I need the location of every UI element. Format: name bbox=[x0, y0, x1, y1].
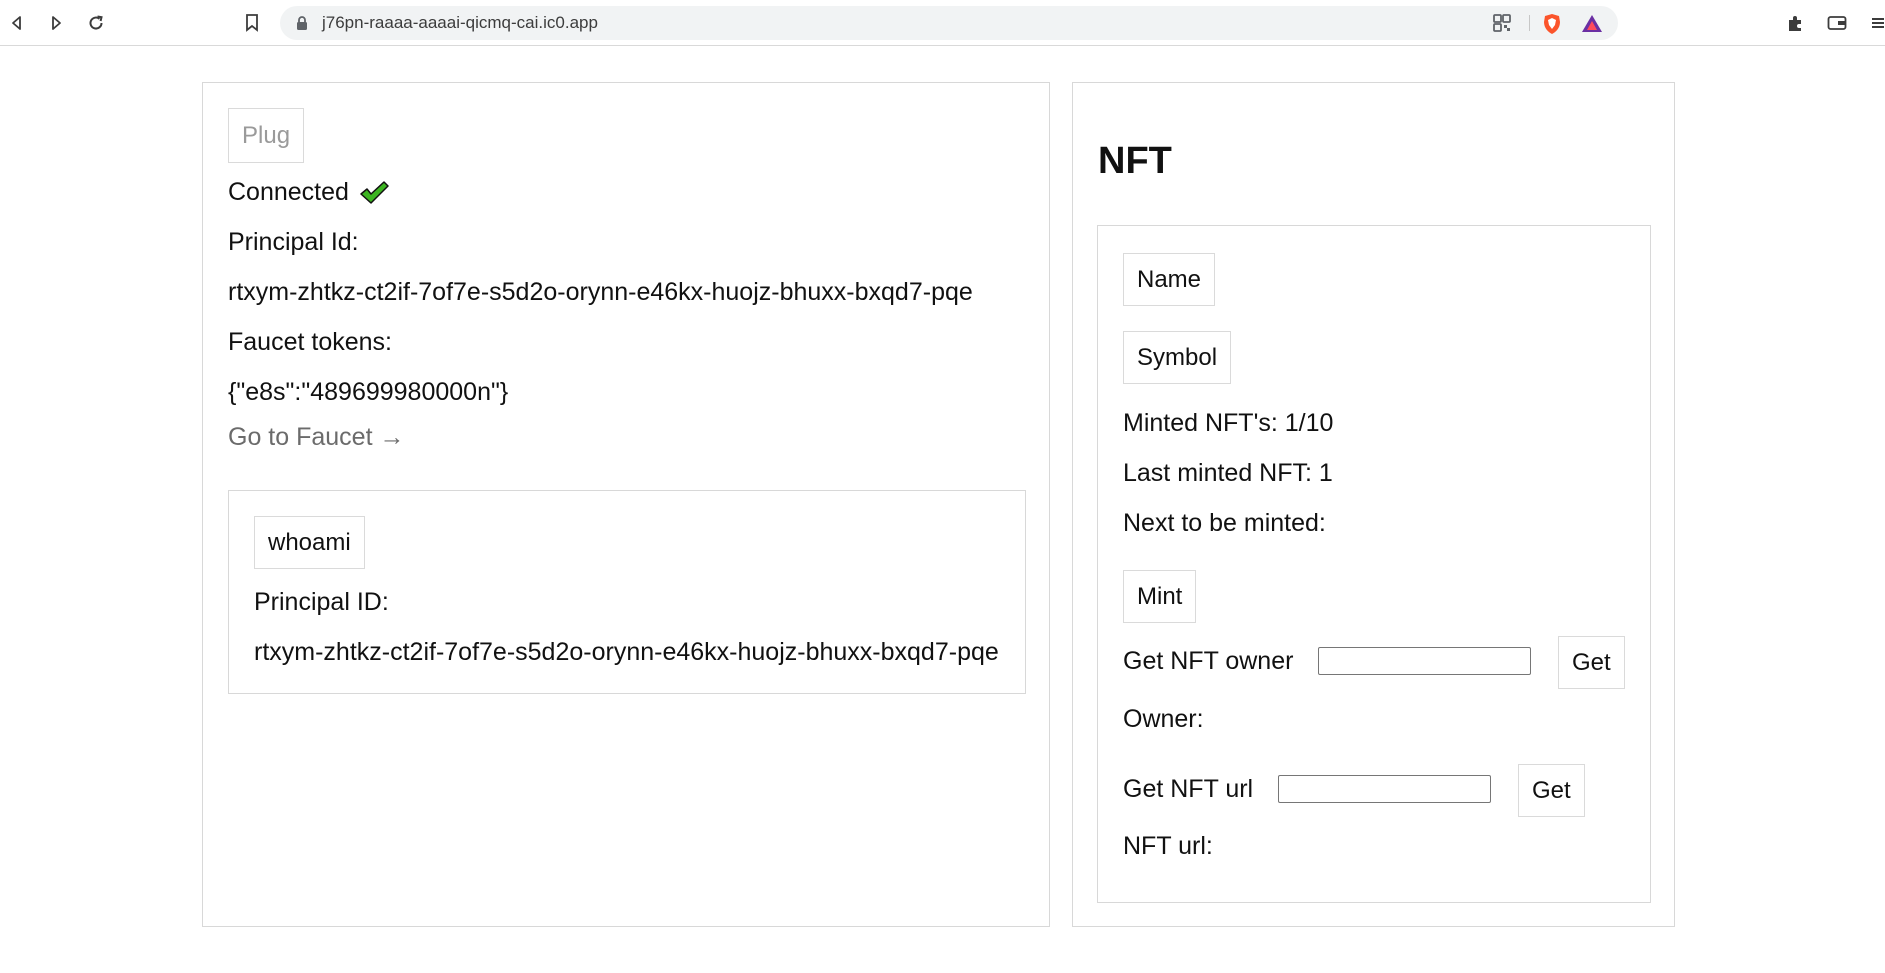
get-owner-button[interactable]: Get bbox=[1558, 636, 1625, 689]
owner-result-label: Owner: bbox=[1123, 705, 1204, 733]
whoami-section: whoami Principal ID: rtxym-zhtkz-ct2if-7… bbox=[228, 490, 1026, 694]
next-to-be-minted: Next to be minted: bbox=[1123, 509, 1326, 537]
get-url-label: Get NFT url bbox=[1123, 775, 1254, 803]
wallet-panel: Plug Connected Principal Id: rtxym-zhtkz… bbox=[202, 82, 1050, 927]
minted-count: Minted NFT's: 1/10 bbox=[1123, 409, 1334, 437]
check-icon bbox=[359, 180, 389, 206]
address-bar[interactable]: j76pn-raaaa-aaaai-qicmq-cai.ic0.app bbox=[280, 6, 1618, 40]
brave-shield-icon[interactable] bbox=[1541, 13, 1561, 34]
reload-icon[interactable] bbox=[84, 11, 108, 35]
forward-icon[interactable] bbox=[44, 11, 68, 35]
extensions-icon[interactable] bbox=[1784, 11, 1808, 35]
brave-rewards-icon[interactable] bbox=[1581, 13, 1602, 33]
nft-section: Name Symbol Minted NFT's: 1/10 Last mint… bbox=[1097, 225, 1651, 903]
url-token-input[interactable] bbox=[1278, 775, 1491, 803]
browser-toolbar: j76pn-raaaa-aaaai-qicmq-cai.ic0.app bbox=[0, 0, 1885, 46]
bookmark-icon[interactable] bbox=[240, 11, 264, 35]
get-url-button[interactable]: Get bbox=[1518, 764, 1585, 817]
faucet-tokens-label: Faucet tokens: bbox=[228, 328, 392, 356]
address-bar-separator bbox=[1529, 15, 1530, 31]
faucet-tokens-value: {"e8s":"489699980000n"} bbox=[228, 378, 509, 406]
get-owner-label: Get NFT owner bbox=[1123, 647, 1294, 675]
menu-icon[interactable] bbox=[1866, 11, 1885, 35]
principal-id-value: rtxym-zhtkz-ct2if-7of7e-s5d2o-orynn-e46k… bbox=[228, 278, 973, 306]
url-text[interactable]: j76pn-raaaa-aaaai-qicmq-cai.ic0.app bbox=[322, 6, 598, 40]
back-icon[interactable] bbox=[5, 11, 29, 35]
nft-panel: NFT Name Symbol Minted NFT's: 1/10 Last … bbox=[1072, 82, 1675, 927]
symbol-button[interactable]: Symbol bbox=[1123, 331, 1232, 384]
name-button[interactable]: Name bbox=[1123, 253, 1216, 306]
qr-icon[interactable] bbox=[1492, 13, 1512, 33]
wallet-icon[interactable] bbox=[1825, 11, 1849, 35]
lock-icon bbox=[294, 15, 310, 31]
nft-url-result-label: NFT url: bbox=[1123, 832, 1213, 860]
mint-button[interactable]: Mint bbox=[1123, 570, 1197, 623]
whoami-principal-value: rtxym-zhtkz-ct2if-7of7e-s5d2o-orynn-e46k… bbox=[254, 638, 999, 666]
owner-token-input[interactable] bbox=[1318, 647, 1531, 675]
whoami-button[interactable]: whoami bbox=[254, 516, 365, 569]
last-minted: Last minted NFT: 1 bbox=[1123, 459, 1333, 487]
principal-id-label: Principal Id: bbox=[228, 228, 359, 256]
nft-title: NFT bbox=[1098, 140, 1172, 182]
plug-button[interactable]: Plug bbox=[228, 108, 305, 163]
whoami-principal-label: Principal ID: bbox=[254, 588, 389, 616]
go-to-faucet-link[interactable]: Go to Faucet → bbox=[228, 422, 404, 452]
connected-status: Connected bbox=[228, 178, 349, 206]
